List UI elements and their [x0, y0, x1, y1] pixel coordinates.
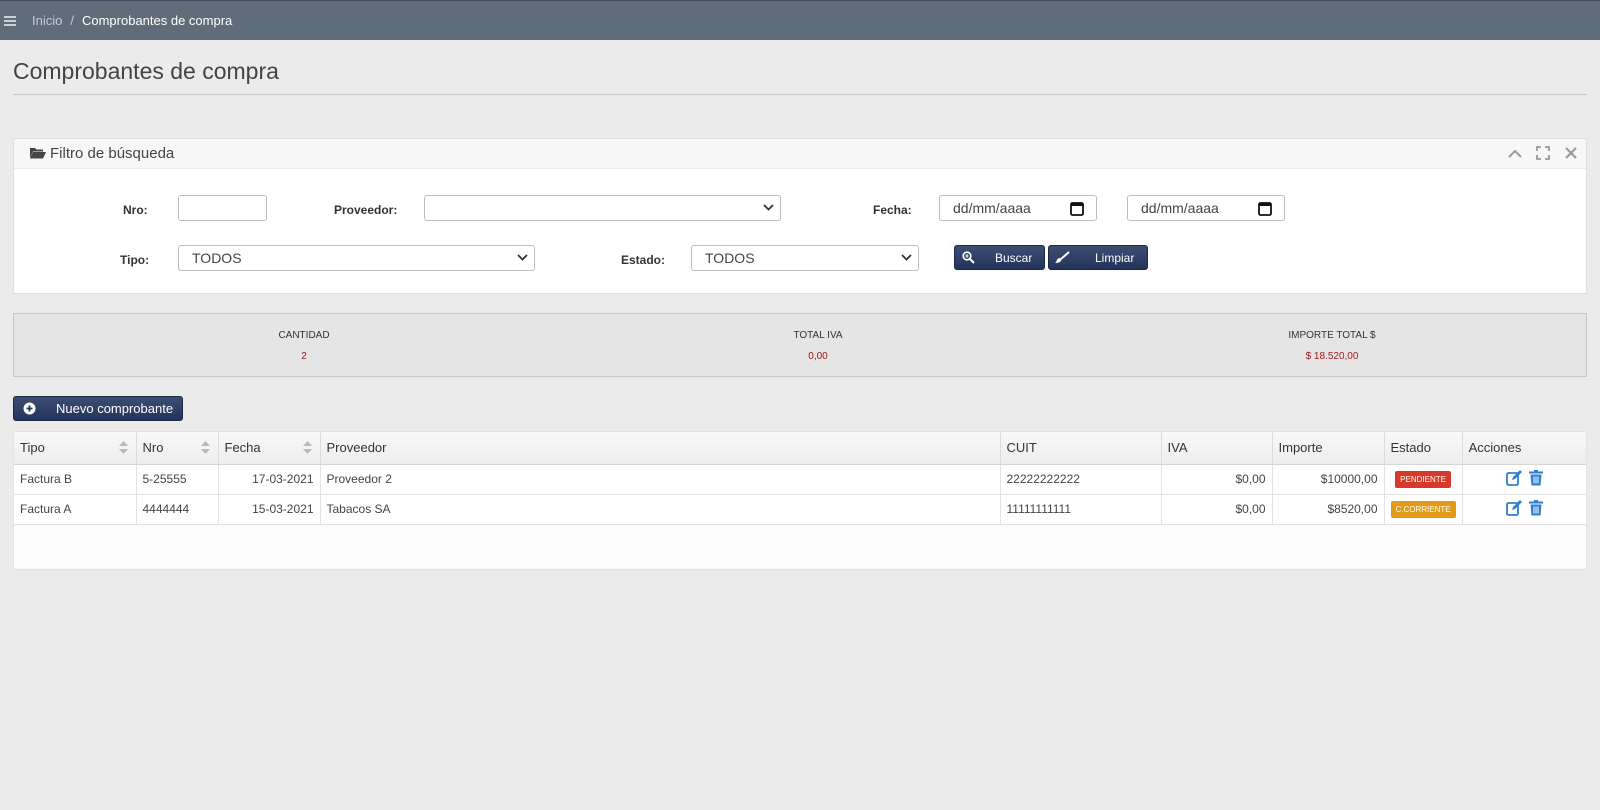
- summary-cantidad-value: 2: [301, 351, 307, 362]
- sort-icon: [200, 441, 210, 454]
- column-header-nro[interactable]: Nro: [136, 432, 219, 465]
- estado-select[interactable]: TODOS: [691, 245, 919, 271]
- filter-panel-title: Filtro de búsqueda: [50, 145, 175, 162]
- breadcrumb-separator: /: [70, 13, 74, 28]
- summary-cantidad: CANTIDAD 2: [154, 330, 454, 362]
- summary-importe: IMPORTE TOTAL $ $ 18.520,00: [1182, 330, 1482, 362]
- brush-icon: [1049, 251, 1075, 264]
- cell-tipo: Factura B: [14, 464, 137, 495]
- calendar-icon[interactable]: [1070, 201, 1084, 216]
- cell-acciones: [1462, 464, 1586, 495]
- column-header-label: Tipo: [20, 440, 45, 456]
- limpiar-button[interactable]: Limpiar: [1048, 245, 1148, 270]
- calendar-icon[interactable]: [1258, 201, 1272, 216]
- proveedor-label: Proveedor:: [334, 203, 398, 217]
- tipo-label: Tipo:: [120, 253, 150, 267]
- status-badge: PENDIENTE: [1395, 470, 1451, 488]
- folder-open-icon: [29, 146, 46, 162]
- title-divider: [13, 94, 1587, 95]
- buscar-button-label: Buscar: [995, 250, 1033, 265]
- nro-input[interactable]: [178, 195, 267, 221]
- trash-icon[interactable]: [1528, 469, 1543, 489]
- proveedor-select[interactable]: [424, 195, 781, 221]
- trash-icon[interactable]: [1528, 499, 1543, 519]
- nuevo-comprobante-button[interactable]: Nuevo comprobante: [13, 396, 183, 421]
- cell-fecha: 15-03-2021: [218, 494, 321, 525]
- column-header-tipo[interactable]: Tipo: [14, 432, 137, 465]
- summary-iva-label: TOTAL IVA: [793, 330, 843, 341]
- filter-panel-header: Filtro de búsqueda: [14, 139, 1586, 169]
- column-header-cuit: CUIT: [1000, 432, 1162, 465]
- page-title: Comprobantes de compra: [13, 58, 279, 84]
- cell-proveedor: Tabacos SA: [320, 494, 1001, 525]
- cell-iva: $0,00: [1161, 464, 1273, 495]
- edit-icon[interactable]: [1505, 469, 1523, 489]
- table-header-row: Tipo Nro Fecha Proveedor CUIT IVA Import…: [14, 432, 1586, 465]
- cell-cuit: 22222222222: [1000, 464, 1162, 495]
- column-header-label: Fecha: [224, 440, 261, 456]
- cell-estado: PENDIENTE: [1384, 464, 1463, 495]
- status-badge: C.CORRIENTE: [1390, 500, 1456, 518]
- column-header-label: Nro: [142, 440, 164, 456]
- plus-circle-icon: [14, 402, 44, 415]
- summary-panel: CANTIDAD 2 TOTAL IVA 0,00 IMPORTE TOTAL …: [13, 313, 1587, 377]
- column-header-estado: Estado: [1384, 432, 1463, 465]
- fecha-desde-placeholder: dd/mm/aaaa: [953, 200, 1031, 216]
- column-header-iva: IVA: [1161, 432, 1273, 465]
- cell-estado: C.CORRIENTE: [1384, 494, 1463, 525]
- chevron-down-icon: [901, 254, 912, 261]
- tipo-select[interactable]: TODOS: [178, 245, 535, 271]
- chevron-down-icon: [763, 204, 774, 211]
- summary-cantidad-label: CANTIDAD: [278, 330, 330, 341]
- top-bar: Inicio / Comprobantes de compra: [0, 0, 1600, 40]
- column-header-acciones: Acciones: [1462, 432, 1586, 465]
- column-header-importe: Importe: [1272, 432, 1385, 465]
- column-header-fecha[interactable]: Fecha: [218, 432, 321, 465]
- estado-label: Estado:: [621, 253, 666, 267]
- cell-acciones: [1462, 494, 1586, 525]
- column-header-proveedor: Proveedor: [320, 432, 1001, 465]
- cell-fecha: 17-03-2021: [218, 464, 321, 495]
- summary-iva-value: 0,00: [808, 351, 828, 362]
- fecha-label: Fecha:: [873, 203, 912, 217]
- edit-icon[interactable]: [1505, 499, 1523, 519]
- expand-icon[interactable]: [1534, 145, 1552, 161]
- breadcrumb-home[interactable]: Inicio: [32, 13, 62, 28]
- summary-importe-label: IMPORTE TOTAL $: [1288, 330, 1376, 341]
- sort-icon: [118, 441, 128, 454]
- nro-label: Nro:: [123, 203, 148, 217]
- cell-proveedor: Proveedor 2: [320, 464, 1001, 495]
- cell-nro: 5-25555: [136, 464, 219, 495]
- sort-icon: [302, 441, 312, 454]
- fecha-hasta-placeholder: dd/mm/aaaa: [1141, 200, 1219, 216]
- buscar-button[interactable]: Buscar: [954, 245, 1045, 270]
- cell-iva: $0,00: [1161, 494, 1273, 525]
- menu-icon[interactable]: [4, 15, 16, 26]
- chevron-down-icon: [517, 254, 528, 261]
- fecha-hasta-input[interactable]: dd/mm/aaaa: [1127, 195, 1285, 221]
- breadcrumb-current: Comprobantes de compra: [81, 13, 233, 28]
- fecha-desde-input[interactable]: dd/mm/aaaa: [939, 195, 1097, 221]
- cell-nro: 4444444: [136, 494, 219, 525]
- filter-panel: Filtro de búsqueda Nro: Proveedor: Fecha…: [13, 138, 1587, 294]
- cell-cuit: 11111111111: [1000, 494, 1162, 525]
- chevron-up-icon[interactable]: [1506, 145, 1524, 161]
- cell-importe: $10000,00: [1272, 464, 1385, 495]
- table-row: Factura A 4444444 15-03-2021 Tabacos SA …: [14, 494, 1586, 525]
- summary-importe-value: $ 18.520,00: [1305, 351, 1359, 362]
- comprobantes-table: Tipo Nro Fecha Proveedor CUIT IVA Import…: [13, 431, 1587, 570]
- close-icon[interactable]: [1562, 145, 1580, 161]
- tipo-select-value: TODOS: [192, 250, 242, 266]
- limpiar-button-label: Limpiar: [1095, 250, 1135, 265]
- nuevo-comprobante-label: Nuevo comprobante: [56, 401, 174, 416]
- cell-importe: $8520,00: [1272, 494, 1385, 525]
- table-row: Factura B 5-25555 17-03-2021 Proveedor 2…: [14, 464, 1586, 495]
- cell-tipo: Factura A: [14, 494, 137, 525]
- search-icon: [955, 251, 981, 264]
- summary-iva: TOTAL IVA 0,00: [668, 330, 968, 362]
- estado-select-value: TODOS: [705, 250, 755, 266]
